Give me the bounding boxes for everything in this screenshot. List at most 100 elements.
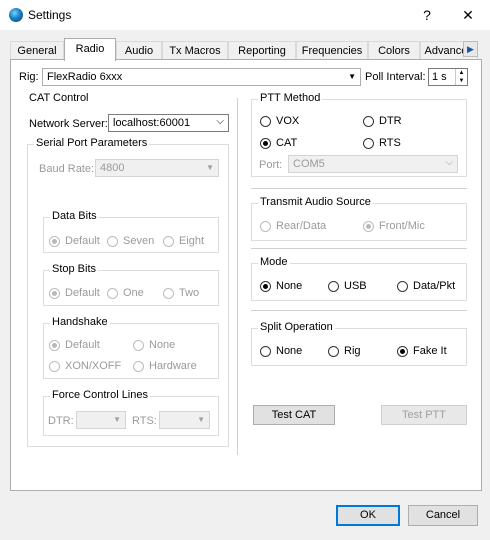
radio-circle-icon [397,345,408,357]
baud-rate-label: Baud Rate: [39,163,95,175]
poll-interval-label: Poll Interval: [365,71,426,83]
rig-select[interactable]: FlexRadio 6xxx ▼ [42,68,361,86]
cancel-button[interactable]: Cancel [408,505,478,526]
radio-circle-icon [107,235,118,247]
mode-title: Mode [258,256,290,268]
split-rig-radio[interactable]: Rig [328,345,361,357]
chevron-down-icon: ▼ [206,163,214,172]
split-fake-it-radio[interactable]: Fake It [397,345,447,357]
radio-settings-panel: Rig: FlexRadio 6xxx ▼ Poll Interval: 1 s… [10,59,482,491]
dtr-select[interactable]: ▼ [76,411,126,429]
ok-button[interactable]: OK [336,505,400,526]
radio-circle-icon [363,220,374,232]
radio-circle-icon [49,235,60,247]
mode-separator [251,310,467,311]
poll-interval-value: 1 s [432,71,447,83]
ptt-rts-radio[interactable]: RTS [363,137,401,149]
stop-bits-two-radio[interactable]: Two [163,287,199,299]
tab-general[interactable]: General [10,41,64,60]
chevron-down-icon: ▼ [348,72,356,81]
ptt-separator [251,188,467,189]
radio-circle-icon [49,360,60,372]
baud-rate-select[interactable]: 4800 ▼ [95,159,219,177]
ptt-dtr-radio[interactable]: DTR [363,115,402,127]
cat-divider [237,98,238,455]
handshake-default-radio[interactable]: Default [49,339,100,351]
handshake-xonxoff-radio[interactable]: XON/XOFF [49,360,121,372]
radio-circle-icon [133,339,144,351]
radio-circle-icon [328,345,339,357]
stop-bits-one-radio[interactable]: One [107,287,144,299]
rig-value: FlexRadio 6xxx [47,71,123,83]
serial-port-title: Serial Port Parameters [34,137,150,149]
radio-circle-icon [363,137,374,149]
chevron-down-icon: ⌵ [445,157,453,168]
mode-none-radio[interactable]: None [260,280,302,292]
radio-circle-icon [163,235,174,247]
radio-circle-icon [107,287,118,299]
rts-select[interactable]: ▼ [159,411,210,429]
data-bits-title: Data Bits [50,210,99,222]
window-title: Settings [28,8,72,22]
test-ptt-button[interactable]: Test PTT [381,405,467,425]
chevron-down-icon: ▼ [113,415,121,424]
data-bits-eight-radio[interactable]: Eight [163,235,204,247]
cat-control-title: CAT Control [29,92,89,104]
ptt-port-select[interactable]: COM5 ⌵ [288,155,458,173]
chevron-down-icon: ▼ [197,415,205,424]
tx-audio-front-radio[interactable]: Front/Mic [363,220,425,232]
tab-radio[interactable]: Radio [64,38,116,61]
force-control-title: Force Control Lines [50,389,150,401]
network-server-label: Network Server: [29,118,108,130]
tab-strip: General Radio Audio Tx Macros Reporting … [10,38,480,61]
tab-frequencies[interactable]: Frequencies [296,41,368,60]
tab-tx-macros[interactable]: Tx Macros [162,41,228,60]
radio-circle-icon [363,115,374,127]
ptt-method-title: PTT Method [258,92,323,104]
rig-label: Rig: [19,71,39,83]
tab-audio[interactable]: Audio [116,41,162,60]
spinner-arrows-icon[interactable]: ▲ ▼ [455,69,467,85]
mode-data-pkt-radio[interactable]: Data/Pkt [397,280,455,292]
poll-interval-spinner[interactable]: 1 s ▲ ▼ [428,68,468,86]
rts-label: RTS: [132,415,157,427]
tx-audio-rear-radio[interactable]: Rear/Data [260,220,326,232]
app-icon [9,8,23,22]
data-bits-default-radio[interactable]: Default [49,235,100,247]
tx-audio-title: Transmit Audio Source [258,196,373,208]
radio-circle-icon [49,339,60,351]
handshake-none-radio[interactable]: None [133,339,175,351]
radio-circle-icon [328,280,339,292]
network-server-value: localhost:60001 [113,117,191,129]
stop-bits-title: Stop Bits [50,263,99,275]
radio-circle-icon [260,220,271,232]
tab-scroll-right-icon[interactable]: ▶ [463,41,478,57]
network-server-select[interactable]: localhost:60001 ⌵ [108,114,229,132]
split-none-radio[interactable]: None [260,345,302,357]
baud-rate-value: 4800 [100,162,125,174]
mode-usb-radio[interactable]: USB [328,280,367,292]
stop-bits-default-radio[interactable]: Default [49,287,100,299]
radio-circle-icon [49,287,60,299]
handshake-hardware-radio[interactable]: Hardware [133,360,197,372]
close-button[interactable]: ✕ [455,4,481,26]
dtr-label: DTR: [48,415,74,427]
split-operation-title: Split Operation [258,321,335,333]
radio-circle-icon [260,115,271,127]
ptt-vox-radio[interactable]: VOX [260,115,299,127]
data-bits-seven-radio[interactable]: Seven [107,235,154,247]
ptt-cat-radio[interactable]: CAT [260,137,297,149]
tab-reporting[interactable]: Reporting [228,41,296,60]
radio-circle-icon [260,345,271,357]
handshake-title: Handshake [50,316,110,328]
radio-circle-icon [133,360,144,372]
help-button[interactable]: ? [414,4,440,26]
tab-colors[interactable]: Colors [368,41,420,60]
test-cat-button[interactable]: Test CAT [253,405,335,425]
ptt-port-label: Port: [259,159,283,171]
radio-circle-icon [397,280,408,292]
tx-audio-separator [251,248,467,249]
ptt-port-value: COM5 [293,158,325,170]
radio-circle-icon [260,137,271,149]
chevron-down-icon: ⌵ [216,116,224,127]
